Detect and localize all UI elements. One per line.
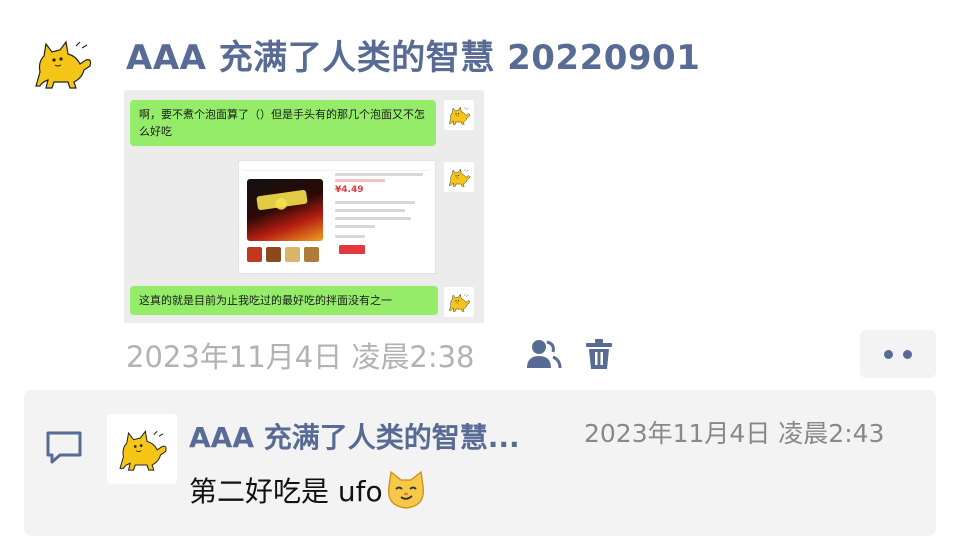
noodle-package-image (247, 179, 323, 241)
cat-avatar-icon (447, 167, 471, 187)
comment-avatar[interactable] (107, 414, 177, 484)
cat-avatar-icon (447, 292, 471, 312)
more-icon-dot (884, 349, 893, 359)
cat-avatar-icon (447, 105, 471, 125)
person-icon[interactable] (526, 338, 562, 370)
comment-author[interactable]: AAA 充满了人类的智慧... (189, 416, 520, 456)
post-username[interactable]: AAA 充满了人类的智慧 20220901 (126, 30, 700, 79)
comment-timestamp: 2023年11月4日 凌晨2:43 (584, 419, 885, 448)
comment-icon (46, 431, 82, 464)
comment-text: 第二好吃是 ufo (189, 470, 427, 510)
more-icon-dot (903, 349, 912, 359)
product-topbar (243, 164, 429, 171)
smirk-cat-emoji-icon (387, 470, 424, 509)
product-buy-button (339, 245, 365, 254)
post-timestamp: 2023年11月4日 凌晨2:38 (126, 340, 475, 374)
user-avatar[interactable] (30, 36, 94, 90)
more-options-button[interactable] (860, 330, 936, 378)
chat-avatar (444, 100, 474, 130)
chat-bubble-top: 啊，要不煮个泡面算了（）但是手头有的那几个泡面又不怎么好吃 (130, 100, 436, 146)
product-price: ¥4.49 (335, 185, 364, 195)
chat-bubble-bottom: 这真的就是目前为止我吃过的最好吃的拌面没有之一 (130, 286, 438, 315)
chat-avatar (444, 162, 474, 192)
comment-text-body: 第二好吃是 ufo (189, 475, 383, 508)
post-image[interactable]: 啊，要不煮个泡面算了（）但是手头有的那几个泡面又不怎么好吃 ¥4.49 这真的就… (124, 90, 484, 323)
trash-icon[interactable] (585, 338, 613, 370)
chat-avatar (444, 287, 474, 317)
cat-avatar-icon (115, 426, 169, 472)
cat-avatar-icon (30, 36, 94, 90)
product-thumbnails (247, 247, 319, 262)
product-screenshot: ¥4.49 (238, 160, 436, 274)
